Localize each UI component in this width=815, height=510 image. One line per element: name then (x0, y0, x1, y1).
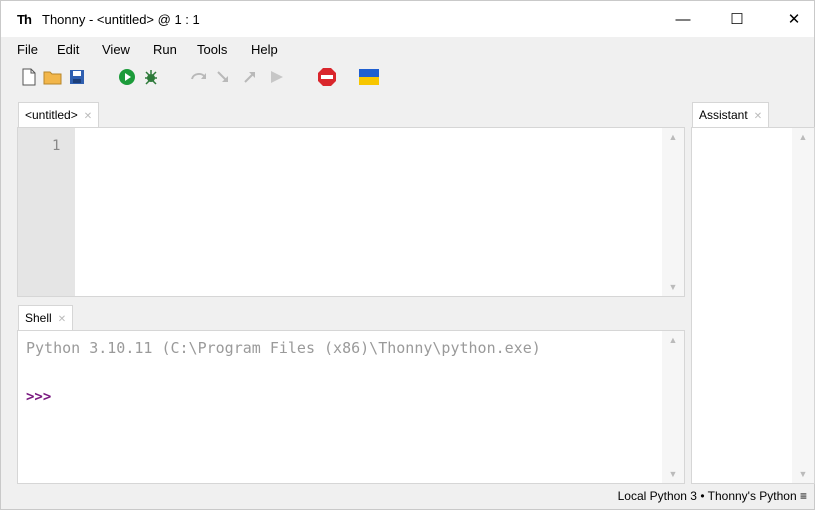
shell-prompt: >>> (26, 389, 52, 405)
code-editor[interactable]: 1 ▲ ▼ (17, 127, 685, 297)
stop-icon[interactable] (317, 67, 337, 87)
open-folder-icon[interactable] (43, 67, 63, 87)
interpreter-selector[interactable]: Local Python 3 • Thonny's Python ≡ (618, 489, 807, 503)
step-into-icon[interactable] (215, 67, 235, 87)
shell-tab-label: Shell (25, 311, 52, 325)
save-icon[interactable] (67, 67, 87, 87)
tab-assistant[interactable]: Assistant ✕ (692, 102, 770, 127)
toolbar (1, 65, 814, 93)
editor-tab-label: <untitled> (25, 108, 78, 122)
shell-console[interactable]: Python 3.10.11 (C:\Program Files (x86)\T… (17, 330, 685, 484)
assistant-scrollbar[interactable]: ▲ ▼ (792, 128, 814, 483)
minimize-button[interactable]: — (663, 7, 703, 33)
line-number-gutter: 1 (18, 128, 75, 296)
menu-edit[interactable]: Edit (57, 42, 79, 57)
menu-tools[interactable]: Tools (197, 42, 227, 57)
step-over-icon[interactable] (189, 67, 209, 87)
window-title: Thonny - <untitled> @ 1 : 1 (42, 12, 200, 27)
scroll-down-icon[interactable]: ▼ (662, 282, 684, 292)
editor-scrollbar[interactable]: ▲ ▼ (662, 128, 684, 296)
scroll-up-icon[interactable]: ▲ (792, 132, 814, 142)
tab-close-icon[interactable]: ✕ (754, 111, 762, 122)
assistant-tab-label: Assistant (699, 108, 748, 122)
tab-close-icon[interactable]: ✕ (58, 314, 66, 325)
scroll-up-icon[interactable]: ▲ (662, 335, 684, 345)
scroll-down-icon[interactable]: ▼ (662, 469, 684, 479)
scroll-up-icon[interactable]: ▲ (662, 132, 684, 142)
menu-run[interactable]: Run (153, 42, 177, 57)
status-bar: Local Python 3 • Thonny's Python ≡ (1, 485, 814, 509)
line-number: 1 (52, 138, 61, 154)
menu-bar: File Edit View Run Tools Help (1, 39, 814, 61)
shell-scrollbar[interactable]: ▲ ▼ (662, 331, 684, 483)
tab-close-icon[interactable]: ✕ (84, 111, 92, 122)
status-text: Local Python 3 • Thonny's Python (617, 489, 797, 503)
scroll-down-icon[interactable]: ▼ (792, 469, 814, 479)
tab-untitled[interactable]: <untitled> ✕ (18, 102, 100, 127)
shell-output: Python 3.10.11 (C:\Program Files (x86)\T… (26, 339, 541, 357)
ukraine-flag-icon[interactable] (359, 67, 379, 87)
step-out-icon[interactable] (241, 67, 261, 87)
maximize-button[interactable]: ☐ (717, 7, 757, 33)
new-file-icon[interactable] (19, 67, 39, 87)
thonny-logo-icon: Th (17, 12, 32, 27)
run-icon[interactable] (117, 67, 137, 87)
resume-icon[interactable] (267, 67, 287, 87)
title-bar: Th Thonny - <untitled> @ 1 : 1 — ☐ ✕ (1, 1, 814, 37)
thonny-window: Th Thonny - <untitled> @ 1 : 1 — ☐ ✕ Fil… (0, 0, 815, 510)
menu-view[interactable]: View (102, 42, 130, 57)
menu-file[interactable]: File (17, 42, 38, 57)
debug-icon[interactable] (141, 67, 161, 87)
tab-shell[interactable]: Shell ✕ (18, 305, 74, 330)
close-button[interactable]: ✕ (774, 7, 814, 33)
assistant-panel: ▲ ▼ (691, 127, 815, 484)
menu-help[interactable]: Help (251, 42, 278, 57)
